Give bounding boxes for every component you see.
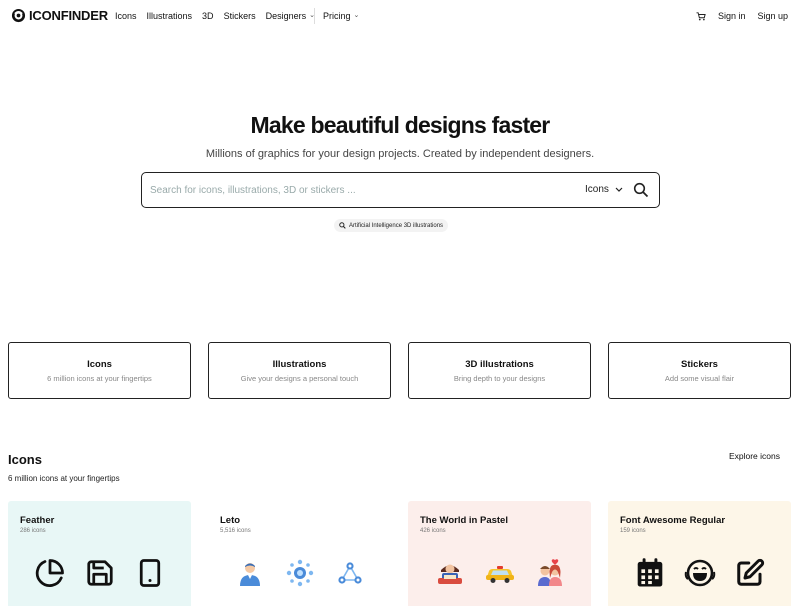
nav-pricing-label: Pricing bbox=[323, 11, 351, 21]
set-preview-icons bbox=[608, 555, 791, 591]
set-preview-icons bbox=[208, 555, 391, 591]
laughing-face-icon bbox=[684, 555, 716, 591]
nav-pricing[interactable]: Pricing ⌄ bbox=[323, 11, 359, 21]
reading-person-icon bbox=[434, 555, 466, 591]
set-count: 286 icons bbox=[20, 528, 46, 534]
category-subtitle: Give your designs a personal touch bbox=[240, 374, 359, 383]
hero-title-highlight-text: beautiful designs bbox=[310, 112, 487, 138]
hero-title-suffix: faster bbox=[486, 112, 551, 138]
search-input[interactable] bbox=[150, 183, 550, 197]
chevron-down-icon bbox=[615, 187, 623, 192]
hero-title: Make beautiful designs faster bbox=[0, 112, 800, 139]
search-bar: Icons bbox=[141, 172, 660, 208]
section-title: Icons bbox=[8, 452, 42, 467]
search-icon[interactable] bbox=[633, 182, 649, 198]
search-icon bbox=[339, 222, 346, 229]
hero-title-prefix: Make bbox=[250, 112, 311, 138]
category-title: Stickers bbox=[681, 359, 718, 370]
category-title: 3D illustrations bbox=[465, 359, 534, 370]
search-suggestion[interactable]: Artificial Intelligence 3D illustrations bbox=[334, 219, 449, 232]
taxi-icon bbox=[484, 555, 516, 591]
couple-icon bbox=[534, 555, 566, 591]
icon-set-card-feather[interactable]: Feather 286 icons bbox=[8, 501, 191, 606]
cart-icon[interactable] bbox=[696, 11, 706, 21]
save-icon bbox=[84, 555, 116, 591]
brand-name: ICONFINDER bbox=[29, 8, 108, 23]
icon-set-card-leto[interactable]: Leto 5,516 icons bbox=[208, 501, 391, 606]
set-title: Leto bbox=[220, 515, 241, 526]
category-card-icons[interactable]: Icons 6 million icons at your fingertips bbox=[8, 342, 191, 399]
search-type-label: Icons bbox=[585, 184, 609, 195]
tablet-icon bbox=[134, 555, 166, 591]
explore-icons-link[interactable]: Explore icons bbox=[729, 451, 780, 461]
nav-designers-label: Designers bbox=[265, 11, 307, 21]
sign-in-link[interactable]: Sign in bbox=[718, 11, 746, 21]
search-type-select[interactable]: Icons bbox=[585, 184, 623, 195]
nav-divider bbox=[314, 8, 315, 24]
category-title: Icons bbox=[87, 359, 112, 370]
category-card-3d[interactable]: 3D illustrations Bring depth to your des… bbox=[408, 342, 591, 399]
pie-chart-icon bbox=[34, 555, 66, 591]
nav-designers[interactable]: Designers ⌄ bbox=[266, 11, 315, 21]
user-icon bbox=[234, 555, 266, 591]
top-nav: ICONFINDER Icons Illustrations 3D Sticke… bbox=[0, 0, 800, 32]
sign-up-link[interactable]: Sign up bbox=[757, 11, 788, 21]
category-card-stickers[interactable]: Stickers Add some visual flair bbox=[608, 342, 791, 399]
nav-right: Sign in Sign up bbox=[696, 11, 788, 21]
nav-icons[interactable]: Icons bbox=[115, 11, 137, 21]
iconfinder-logo[interactable]: ICONFINDER bbox=[11, 8, 108, 23]
calendar-icon bbox=[634, 555, 666, 591]
nav-links: Icons Illustrations 3D Stickers Designer… bbox=[115, 11, 315, 21]
category-subtitle: Add some visual flair bbox=[664, 374, 735, 383]
set-title: Font Awesome Regular bbox=[620, 515, 726, 526]
share-icon bbox=[334, 555, 366, 591]
category-card-illustrations[interactable]: Illustrations Give your designs a person… bbox=[208, 342, 391, 399]
nav-3d[interactable]: 3D bbox=[202, 11, 214, 21]
set-title: The World in Pastel bbox=[420, 515, 508, 526]
logo-icon bbox=[11, 8, 26, 23]
set-count: 426 icons bbox=[420, 528, 446, 534]
chevron-down-icon: ⌄ bbox=[353, 12, 360, 19]
set-count: 159 icons bbox=[620, 528, 646, 534]
category-subtitle: Bring depth to your designs bbox=[453, 374, 546, 383]
hero-subtitle: Millions of graphics for your design pro… bbox=[205, 148, 595, 160]
set-preview-icons bbox=[8, 555, 191, 591]
set-preview-icons bbox=[408, 555, 591, 591]
icon-set-card-world-in-pastel[interactable]: The World in Pastel 426 icons bbox=[408, 501, 591, 606]
category-subtitle: 6 million icons at your fingertips bbox=[47, 374, 152, 383]
category-title: Illustrations bbox=[272, 359, 327, 370]
edit-icon bbox=[734, 555, 766, 591]
suggestion-label: Artificial Intelligence 3D illustrations bbox=[349, 222, 444, 229]
hero-title-highlight: beautiful designs bbox=[310, 112, 486, 139]
network-icon bbox=[284, 555, 316, 591]
set-count: 5,516 icons bbox=[220, 528, 251, 534]
icon-set-card-font-awesome-regular[interactable]: Font Awesome Regular 159 icons bbox=[608, 501, 791, 606]
set-title: Feather bbox=[20, 515, 55, 526]
section-subtitle: 6 million icons at your fingertips bbox=[8, 474, 120, 483]
nav-illustrations[interactable]: Illustrations bbox=[147, 11, 193, 21]
nav-stickers[interactable]: Stickers bbox=[224, 11, 256, 21]
